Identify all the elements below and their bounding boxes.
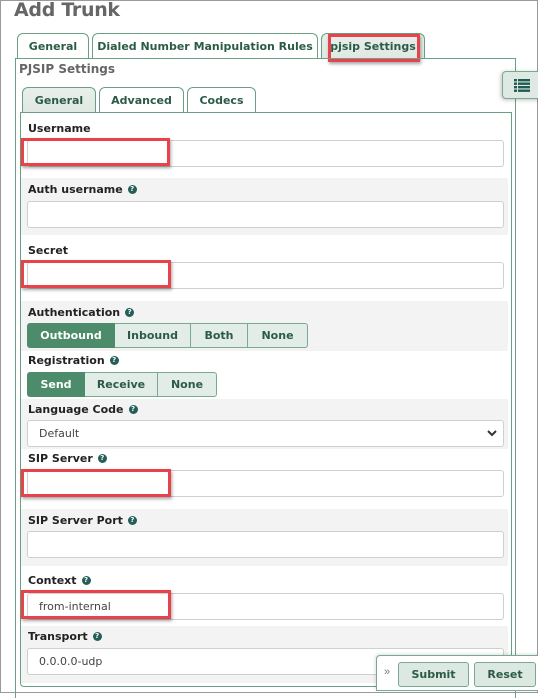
authentication-inbound-button[interactable]: Inbound bbox=[115, 323, 191, 348]
sip-server-label: SIP Server ? bbox=[28, 452, 107, 465]
reset-button[interactable]: Reset bbox=[474, 662, 536, 687]
authentication-button-group: Outbound Inbound Both None bbox=[27, 323, 308, 348]
help-icon[interactable]: ? bbox=[127, 516, 137, 525]
registration-label-text: Registration bbox=[28, 354, 105, 367]
sip-server-port-label: SIP Server Port ? bbox=[28, 514, 137, 527]
field-username: Username bbox=[21, 117, 508, 173]
help-icon[interactable]: ? bbox=[125, 308, 135, 317]
help-icon[interactable]: ? bbox=[92, 632, 102, 641]
language-code-label: Language Code ? bbox=[28, 403, 138, 416]
sip-server-port-label-text: SIP Server Port bbox=[28, 514, 123, 527]
field-language-code: Language Code ? Default bbox=[21, 399, 508, 449]
tab-dialed-number-manipulation-rules[interactable]: Dialed Number Manipulation Rules bbox=[92, 33, 318, 59]
language-code-label-text: Language Code bbox=[28, 403, 124, 416]
authentication-label: Authentication ? bbox=[28, 306, 135, 319]
field-sip-server: SIP Server ? bbox=[21, 448, 508, 504]
language-code-select[interactable]: Default bbox=[27, 420, 504, 447]
inner-tab-general[interactable]: General bbox=[22, 87, 96, 113]
inner-tab-codecs[interactable]: Codecs bbox=[187, 87, 256, 113]
auth-username-input[interactable] bbox=[27, 201, 504, 228]
side-toggle-button[interactable] bbox=[502, 71, 538, 99]
tab-general[interactable]: General bbox=[17, 33, 89, 59]
authentication-none-button[interactable]: None bbox=[248, 323, 308, 348]
username-input[interactable] bbox=[27, 140, 504, 167]
help-icon[interactable]: ? bbox=[81, 576, 91, 585]
outer-tabs: General Dialed Number Manipulation Rules… bbox=[17, 32, 428, 59]
submit-button[interactable]: Submit bbox=[398, 662, 469, 687]
registration-button-group: Send Receive None bbox=[27, 372, 217, 397]
field-auth-username: Auth username ? bbox=[21, 178, 508, 235]
help-icon[interactable]: ? bbox=[97, 454, 107, 463]
panel-title: PJSIP Settings bbox=[19, 62, 115, 76]
registration-send-button[interactable]: Send bbox=[27, 372, 85, 397]
help-icon[interactable]: ? bbox=[127, 185, 137, 194]
sip-server-input[interactable] bbox=[27, 470, 504, 497]
context-label: Context ? bbox=[28, 574, 91, 587]
field-secret: Secret bbox=[21, 239, 508, 295]
registration-label: Registration ? bbox=[28, 354, 119, 367]
page-title: Add Trunk bbox=[14, 0, 120, 21]
username-label: Username bbox=[28, 122, 91, 135]
action-bar: » Submit Reset bbox=[376, 655, 538, 691]
auth-username-label: Auth username ? bbox=[28, 183, 137, 196]
username-label-text: Username bbox=[28, 122, 91, 135]
help-icon[interactable]: ? bbox=[128, 405, 138, 414]
sip-server-label-text: SIP Server bbox=[28, 452, 93, 465]
inner-tab-advanced[interactable]: Advanced bbox=[99, 87, 184, 113]
field-sip-server-port: SIP Server Port ? bbox=[21, 509, 508, 566]
auth-username-label-text: Auth username bbox=[28, 183, 123, 196]
help-icon[interactable]: ? bbox=[109, 356, 119, 365]
context-input[interactable]: from-internal bbox=[27, 593, 504, 620]
list-icon bbox=[514, 78, 530, 92]
language-code-selected-value: Default bbox=[39, 427, 80, 440]
chevron-down-icon bbox=[487, 430, 497, 437]
inner-tabs: General Advanced Codecs bbox=[22, 87, 259, 113]
registration-none-button[interactable]: None bbox=[158, 372, 217, 397]
tab-pjsip-settings[interactable]: pjsip Settings bbox=[321, 33, 425, 59]
sip-server-port-input[interactable] bbox=[27, 531, 504, 558]
authentication-outbound-button[interactable]: Outbound bbox=[27, 323, 115, 348]
double-chevron-right-icon[interactable]: » bbox=[384, 666, 390, 678]
transport-label-text: Transport bbox=[28, 630, 88, 643]
registration-receive-button[interactable]: Receive bbox=[85, 372, 158, 397]
field-authentication: Authentication ? Outbound Inbound Both N… bbox=[21, 301, 508, 351]
authentication-label-text: Authentication bbox=[28, 306, 121, 319]
secret-label-text: Secret bbox=[28, 244, 69, 257]
field-registration: Registration ? Send Receive None bbox=[21, 350, 508, 400]
secret-label: Secret bbox=[28, 244, 68, 257]
transport-label: Transport ? bbox=[28, 630, 102, 643]
field-context: Context ? from-internal bbox=[21, 570, 508, 626]
authentication-both-button[interactable]: Both bbox=[191, 323, 248, 348]
secret-input[interactable] bbox=[27, 262, 504, 289]
context-label-text: Context bbox=[28, 574, 77, 587]
